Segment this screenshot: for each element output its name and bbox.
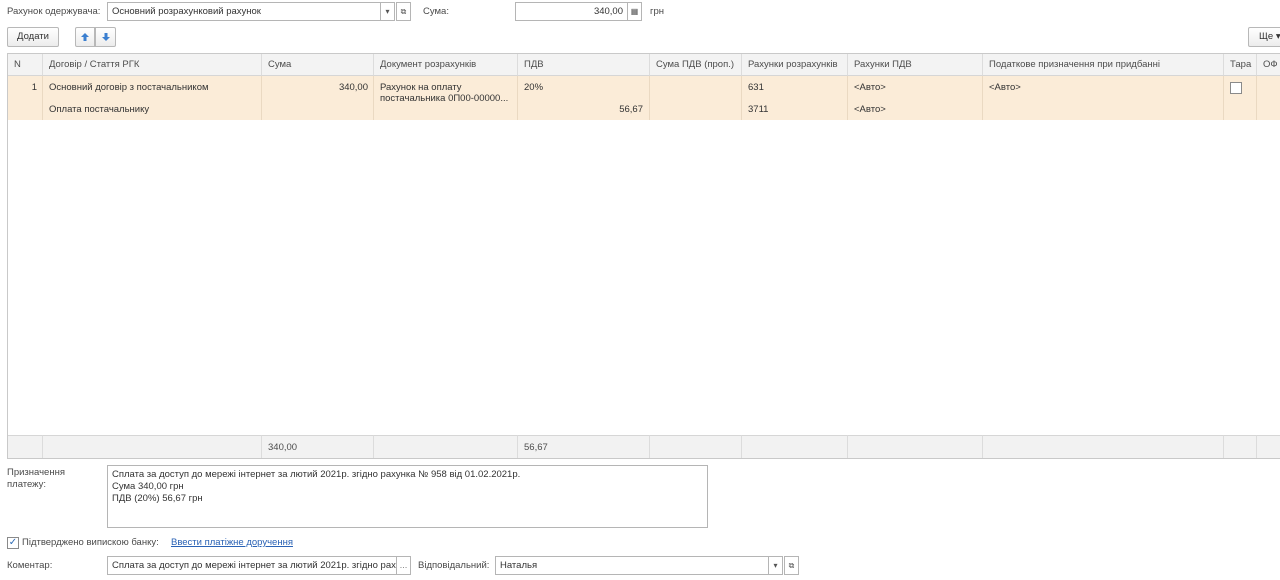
move-up-button[interactable] (75, 27, 95, 47)
chevron-down-icon: ▾ (773, 561, 778, 570)
col-header-tara[interactable]: Тара (1224, 54, 1257, 76)
purpose-line: ПДВ (20%) 56,67 грн (112, 493, 203, 504)
vat-account-cell[interactable]: <Авто> (848, 82, 982, 93)
confirmed-checkbox[interactable]: ✓ (7, 537, 19, 549)
currency-label: грн (650, 6, 664, 17)
calculator-icon: ▦ (630, 7, 639, 16)
tax-purpose-cell[interactable]: <Авто> (983, 82, 1223, 93)
vat-sum-cell[interactable]: 56,67 (518, 104, 649, 115)
items-table: N Договір / Стаття РГК Сума Документ роз… (7, 53, 1280, 459)
col-header-tax-purpose[interactable]: Податкове призначення при придбанні (983, 54, 1224, 76)
purpose-line: Сплата за доступ до мережі інтернет за л… (112, 469, 521, 480)
account-cell[interactable]: 631 (742, 82, 847, 93)
col-header-accounts[interactable]: Рахунки розрахунків (742, 54, 848, 76)
responsible-field[interactable]: Наталья (495, 556, 769, 575)
enter-payment-order-link[interactable]: Ввести платіжне доручення (171, 537, 293, 548)
footer-cell (43, 435, 262, 458)
more-label: Ще (1259, 31, 1274, 42)
col-header-vat[interactable]: ПДВ (518, 54, 650, 76)
footer-vat-total: 56,67 (518, 435, 650, 458)
comment-label: Коментар: (7, 560, 53, 571)
sum-field[interactable]: 340,00 (515, 2, 628, 21)
account-label: Рахунок одержувача: (7, 6, 101, 17)
ellipsis-icon: … (399, 561, 408, 570)
col-header-sum[interactable]: Сума (262, 54, 374, 76)
confirmed-label: Підтверджено випискою банку: (22, 537, 159, 548)
sum-cell[interactable]: 340,00 (262, 82, 374, 93)
col-header-of[interactable]: ОФ (1257, 54, 1280, 76)
account-field[interactable]: Основний розрахунковий рахунок (107, 2, 381, 21)
open-icon: ⧉ (788, 561, 795, 570)
article-cell[interactable]: Оплата постачальнику (43, 104, 261, 115)
arrow-down-icon (101, 33, 110, 41)
vat-rate-cell[interactable]: 20% (518, 82, 649, 93)
footer-cell (1224, 435, 1257, 458)
chevron-down-icon: ▾ (385, 7, 390, 16)
open-icon: ⧉ (400, 7, 407, 16)
chevron-down-icon: ▾ (1275, 31, 1280, 42)
footer-cell (848, 435, 983, 458)
account-dropdown-button[interactable]: ▾ (380, 2, 395, 21)
move-down-button[interactable] (95, 27, 116, 47)
comment-field[interactable]: Сплата за доступ до мережі інтернет за л… (107, 556, 397, 575)
purpose-label-line2: платежу: (7, 479, 47, 490)
tara-checkbox[interactable] (1230, 82, 1242, 94)
footer-cell (983, 435, 1224, 458)
document-cell-line1[interactable]: Рахунок на оплату (374, 82, 517, 93)
sum-label: Сума: (423, 6, 449, 17)
footer-cell (742, 435, 848, 458)
col-header-vat-accounts[interactable]: Рахунки ПДВ (848, 54, 983, 76)
footer-cell (374, 435, 518, 458)
more-button[interactable]: Ще ▾ (1248, 27, 1280, 47)
contract-cell[interactable]: Основний договір з постачальником (43, 82, 261, 93)
vat-account-cell-2[interactable]: <Авто> (848, 104, 982, 115)
row-number: 1 (31, 82, 37, 93)
document-cell-line2[interactable]: постачальника 0П00-00000... (374, 93, 517, 104)
purpose-label-line1: Призначення (7, 467, 65, 478)
responsible-open-button[interactable]: ⧉ (784, 556, 799, 575)
footer-cell (1257, 435, 1280, 458)
col-header-vat-sum[interactable]: Сума ПДВ (проп.) (650, 54, 742, 76)
purpose-textarea[interactable]: Сплата за доступ до мережі інтернет за л… (107, 465, 708, 528)
account-open-button[interactable]: ⧉ (396, 2, 411, 21)
calculator-button[interactable]: ▦ (627, 2, 642, 21)
arrow-up-icon (81, 33, 89, 41)
col-header-document[interactable]: Документ розрахунків (374, 54, 518, 76)
col-header-n[interactable]: N (8, 54, 43, 76)
footer-sum-total: 340,00 (262, 435, 374, 458)
account-cell-2[interactable]: 3711 (742, 104, 847, 115)
responsible-label: Відповідальний: (418, 560, 490, 571)
comment-expand-button[interactable]: … (396, 556, 411, 575)
responsible-dropdown-button[interactable]: ▾ (768, 556, 783, 575)
purpose-line: Сума 340,00 грн (112, 481, 184, 492)
add-button[interactable]: Додати (7, 27, 59, 47)
col-header-contract[interactable]: Договір / Стаття РГК (43, 54, 262, 76)
footer-cell (8, 435, 43, 458)
footer-cell (650, 435, 742, 458)
